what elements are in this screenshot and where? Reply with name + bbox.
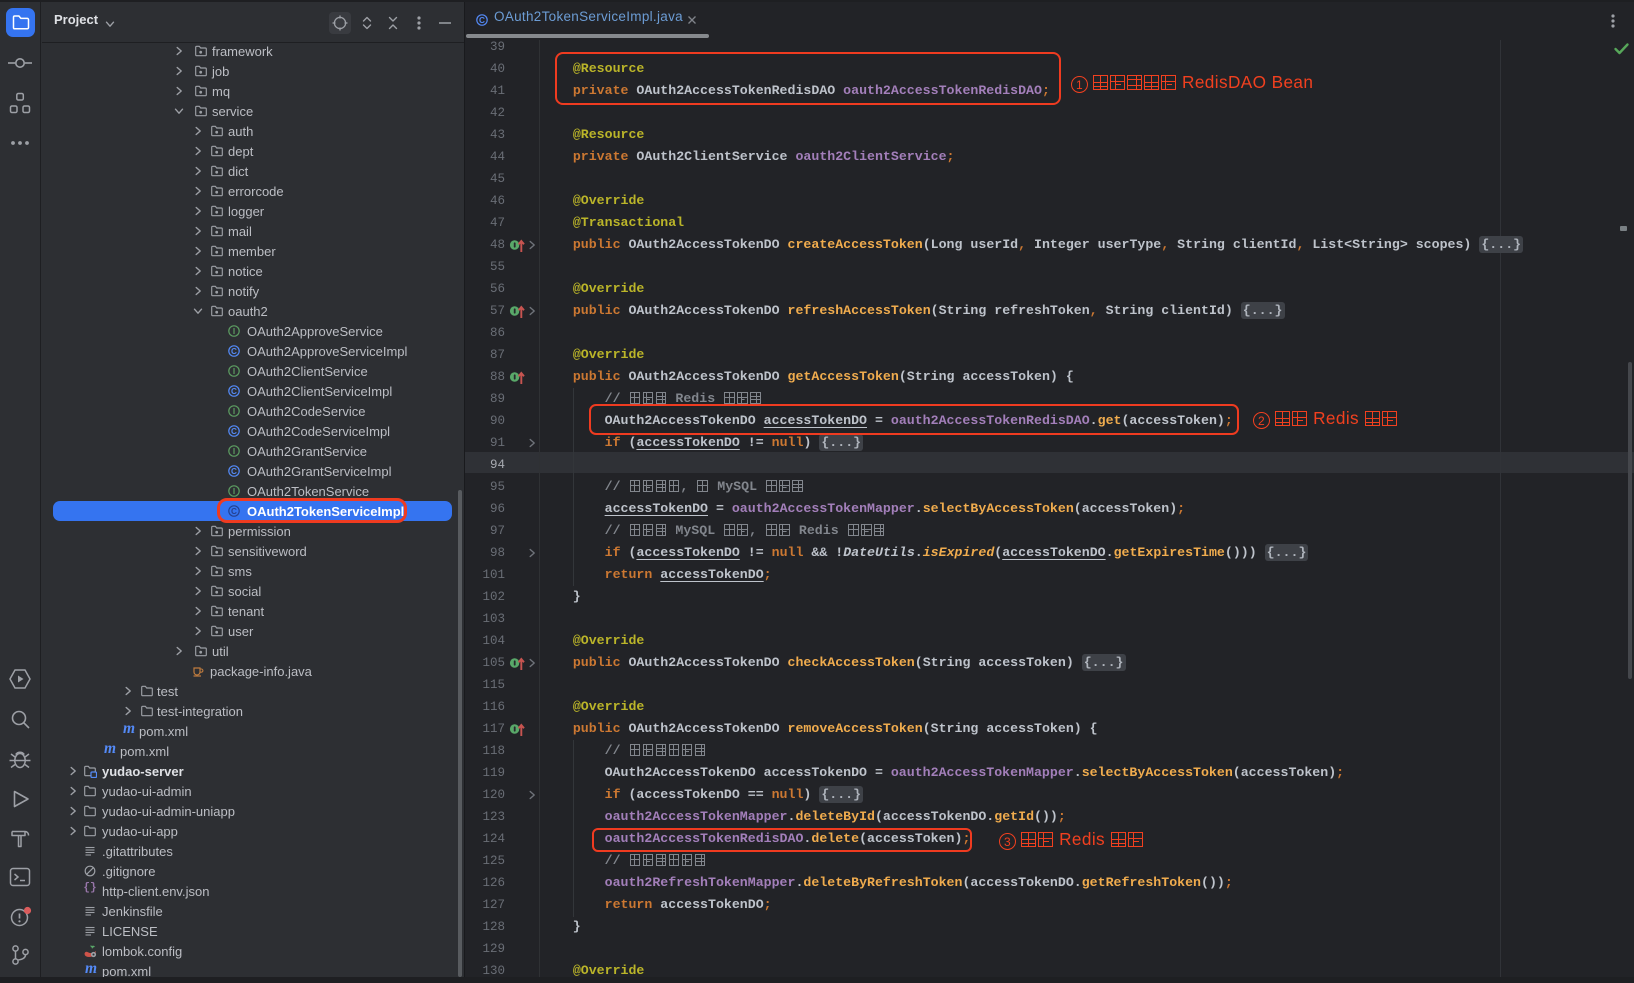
svg-text:C: C [231, 427, 237, 436]
svg-text:C: C [231, 347, 237, 356]
svg-text:I: I [233, 367, 235, 376]
svg-text:I: I [233, 447, 235, 456]
svg-text:I: I [233, 487, 235, 496]
svg-text:C: C [231, 387, 237, 396]
svg-text:C: C [479, 16, 485, 25]
svg-text:C: C [231, 467, 237, 476]
svg-text:I: I [233, 327, 235, 336]
svg-text:I: I [233, 407, 235, 416]
